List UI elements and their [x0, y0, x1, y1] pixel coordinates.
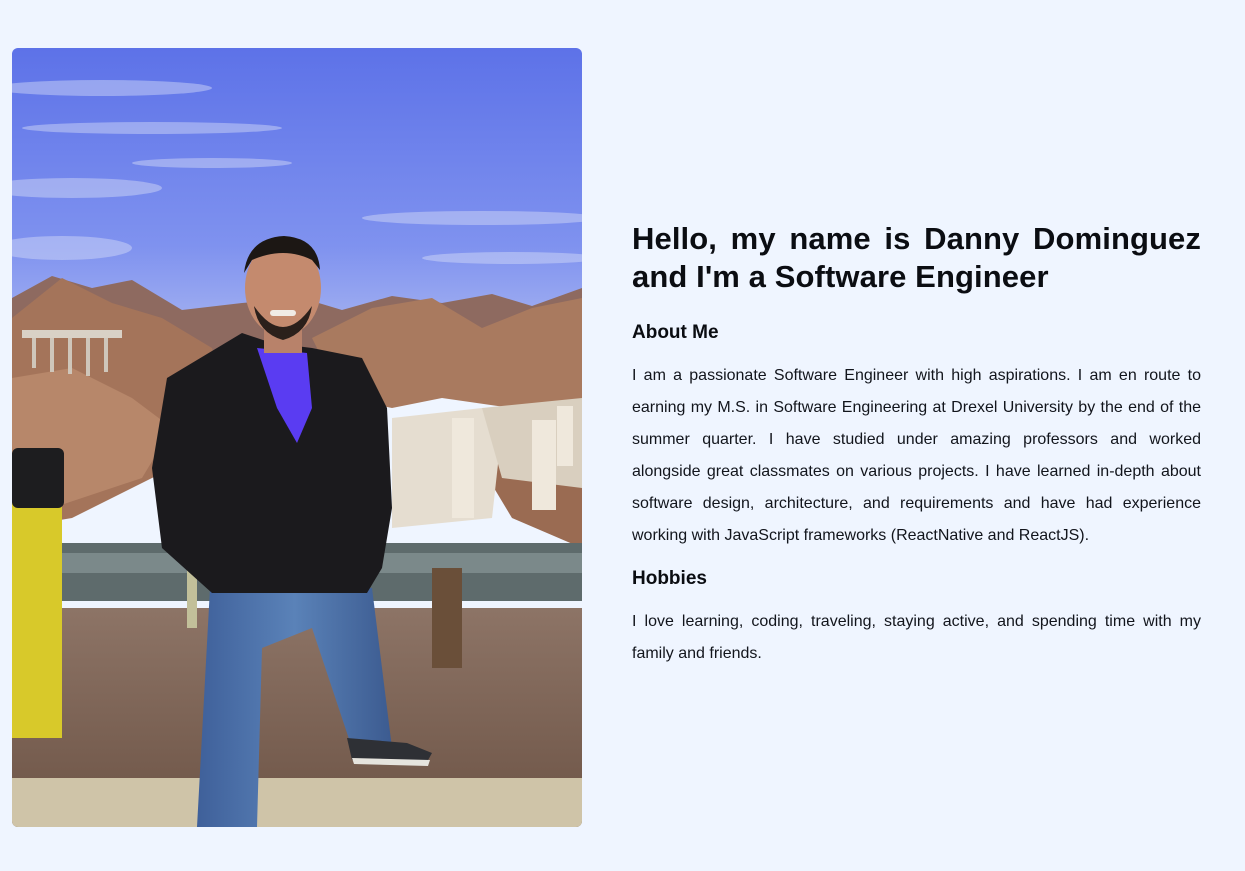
hobbies-heading: Hobbies	[632, 568, 707, 589]
about-me-text: I am a passionate Software Engineer with…	[632, 367, 1201, 544]
hobbies-text: I love learning, coding, traveling, stay…	[632, 613, 1201, 662]
intro-section: Hello, my name is Danny Dominguez and I'…	[632, 220, 1201, 670]
page-title: Hello, my name is Danny Dominguez and I'…	[632, 221, 1201, 294]
about-me-heading: About Me	[632, 322, 719, 343]
profile-photo	[12, 48, 582, 827]
